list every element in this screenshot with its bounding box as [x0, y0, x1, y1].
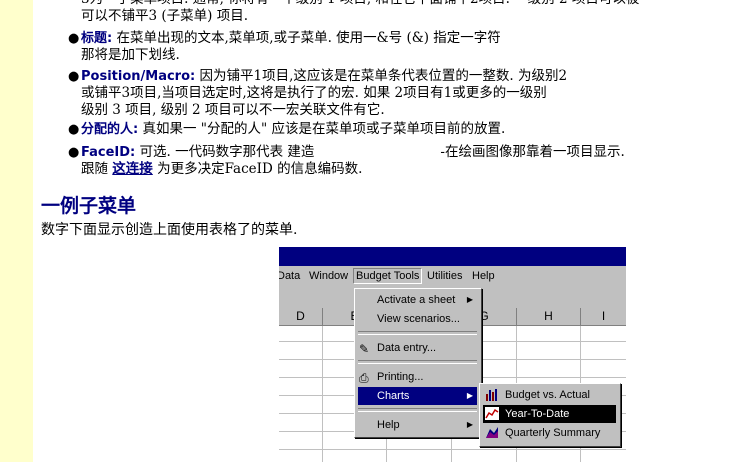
- item-term: 标题:: [81, 31, 113, 46]
- menu-separator: [358, 331, 477, 335]
- item-text: -在绘画图像那靠着一项目显示.: [440, 144, 625, 160]
- menu-item-label: Quarterly Summary: [505, 427, 601, 439]
- menu-separator: [358, 408, 477, 412]
- menu-item-quarterly-summary[interactable]: Quarterly Summary: [483, 424, 616, 442]
- left-margin-stripe: [0, 0, 33, 462]
- menu-item-activate-sheet[interactable]: Activate a sheet ▶: [358, 291, 477, 309]
- bullet-icon: ●: [68, 145, 80, 160]
- list-item: ● 分配的人: 真如果一 "分配的人" 应该是在菜单项或子菜单项目前的放置.: [68, 121, 506, 138]
- bar-chart-icon: [486, 389, 497, 401]
- menu-item-label: Charts: [377, 390, 410, 402]
- list-item: 3为一子菜单项目. 通常, 你将有一个级别 1 项目, 和在它下面铺平2项目. …: [81, 0, 639, 25]
- printer-icon: ⎙: [359, 371, 369, 385]
- submenu-arrow-icon: ▶: [466, 295, 473, 304]
- item-text: 在菜单出现的文本,菜单项,或子菜单. 使用一&号 (&) 指定一字符: [112, 30, 501, 46]
- submenu-arrow-icon: ▶: [466, 391, 473, 400]
- bullet-icon: ●: [68, 31, 80, 46]
- item-term: 分配的人:: [81, 122, 139, 137]
- menu-item-budget-vs-actual[interactable]: Budget vs. Actual: [483, 386, 616, 404]
- item-text-line: 3为一子菜单项目. 通常, 你将有一个级别 1 项目, 和在它下面铺平2项目. …: [81, 0, 639, 8]
- item-text: 可选. 一代码数字那代表 建造: [135, 144, 315, 160]
- menu-item-printing[interactable]: ⎙ Printing...: [358, 368, 477, 386]
- menu-item-label: Year-To-Date: [505, 408, 570, 420]
- excel-screenshot: Data Window Budget Tools Utilities Help …: [279, 247, 626, 462]
- menu-item-help[interactable]: Help ▶: [358, 416, 477, 434]
- item-text: 跟随: [81, 161, 113, 177]
- line-chart-icon: [485, 407, 499, 420]
- item-text-line: 那将是加下划线.: [81, 47, 180, 63]
- item-text: 真如果一 "分配的人" 应该是在菜单项或子菜单项目前的放置.: [138, 121, 506, 137]
- faceid-link[interactable]: 这连接: [112, 161, 153, 177]
- menu-item-charts[interactable]: Charts ▶: [358, 387, 477, 405]
- section-heading: 一例子菜单: [41, 195, 137, 217]
- charts-submenu: Budget vs. Actual Year-To-Date Quarterly…: [479, 383, 621, 447]
- 3d-chart-icon: [486, 427, 498, 438]
- budget-tools-dropdown: Activate a sheet ▶ View scenarios... ✎ D…: [354, 288, 482, 438]
- item-text: 为更多决定FaceID 的信息编码数.: [152, 161, 363, 177]
- list-item: ● 标题: 在菜单出现的文本,菜单项,或子菜单. 使用一&号 (&) 指定一字符…: [68, 30, 501, 64]
- pencil-icon: ✎: [359, 342, 370, 356]
- menu-window[interactable]: Window: [309, 270, 348, 282]
- list-item: ● Position/Macro: 因为铺平1项目,这应该是在菜单条代表位置的一…: [68, 68, 568, 119]
- window-title-bar: [279, 247, 626, 266]
- menu-budget-tools[interactable]: Budget Tools: [353, 268, 423, 284]
- bullet-icon: ●: [68, 69, 80, 84]
- menu-item-year-to-date[interactable]: Year-To-Date: [483, 405, 616, 423]
- list-item: ● FaceID: 可选. 一代码数字那代表 建造 -在绘画图像那靠着一项目显示.…: [68, 144, 625, 178]
- menu-item-label: Help: [377, 419, 400, 431]
- submenu-arrow-icon: ▶: [466, 420, 473, 429]
- menu-separator: [358, 360, 477, 364]
- menu-item-label: Data entry...: [377, 342, 437, 354]
- item-text: 因为铺平1项目,这应该是在菜单条代表位置的一整数. 为级别2: [195, 68, 568, 84]
- menu-item-data-entry[interactable]: ✎ Data entry...: [358, 339, 477, 357]
- menu-item-label: Printing...: [377, 371, 424, 383]
- item-text-line: 级别 3 项目, 级别 2 项目可以不一宏关联文件有它.: [81, 102, 385, 118]
- item-term: FaceID:: [81, 145, 136, 160]
- menu-data[interactable]: Data: [279, 270, 300, 282]
- menu-item-label: View scenarios...: [377, 313, 460, 325]
- item-text-line: 或铺平3项目,当项目选定时,这将是执行了的宏. 如果 2项目有1或更多的一级别: [81, 85, 547, 101]
- menu-bar: Data Window Budget Tools Utilities Help: [279, 266, 626, 288]
- item-term: Position/Macro:: [81, 69, 196, 84]
- menu-utilities[interactable]: Utilities: [427, 270, 462, 282]
- menu-item-label: Budget vs. Actual: [505, 389, 590, 401]
- item-text-line: 可以不铺平3 (子菜单) 项目.: [81, 8, 248, 24]
- menu-help[interactable]: Help: [472, 270, 495, 282]
- menu-item-view-scenarios[interactable]: View scenarios...: [358, 310, 477, 328]
- bullet-icon: ●: [68, 122, 80, 137]
- menu-item-label: Activate a sheet: [377, 294, 456, 306]
- section-intro: 数字下面显示创造上面使用表格了的菜单.: [41, 222, 298, 238]
